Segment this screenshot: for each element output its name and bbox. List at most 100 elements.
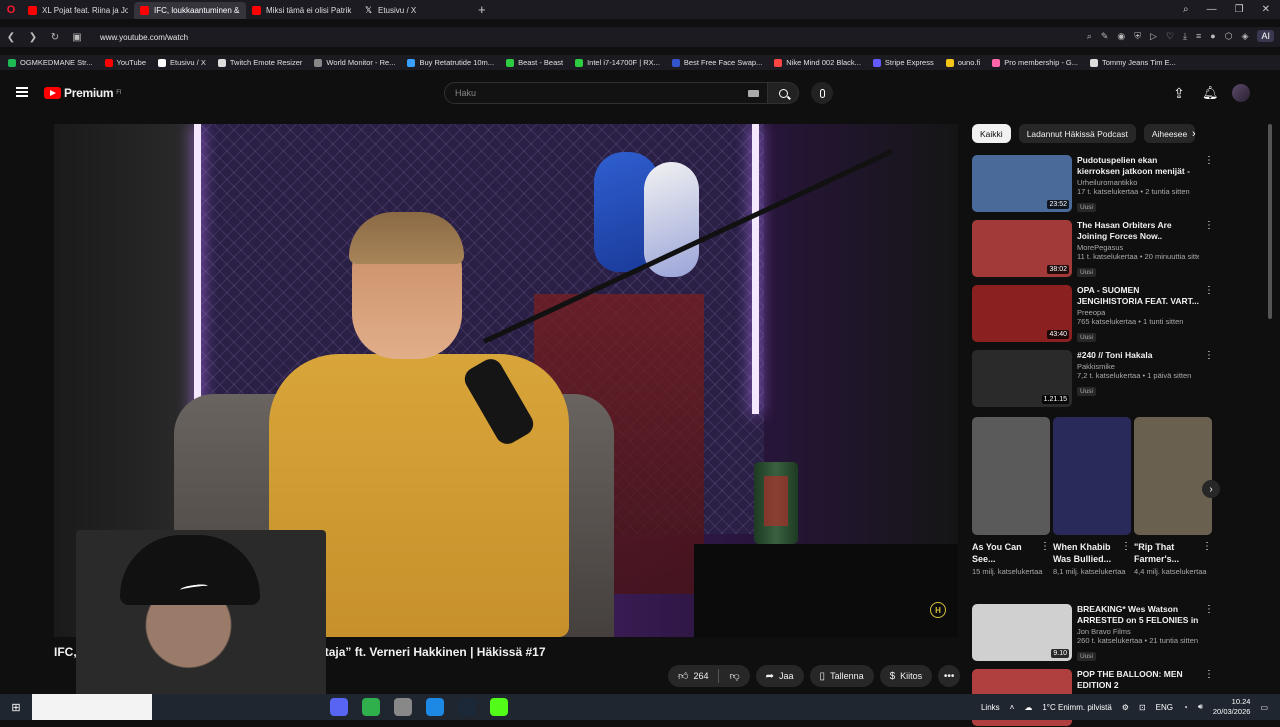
- share-button[interactable]: ➦ Jaa: [755, 665, 804, 687]
- more-vertical-icon[interactable]: ⋮: [1204, 669, 1214, 680]
- channel-name[interactable]: Preeopa: [1077, 308, 1199, 317]
- short-title[interactable]: When Khabib Was Bullied...: [1053, 541, 1119, 565]
- bookmark-item[interactable]: Beast - Beast: [506, 58, 563, 67]
- like-button[interactable]: 👍︎ 264: [668, 665, 718, 687]
- chip-related[interactable]: Aiheesee: [1143, 124, 1196, 143]
- search-icon[interactable]: ⌕: [1087, 31, 1092, 42]
- short-item[interactable]: As You Can See... 15 milj. katselukertaa ⋮: [972, 417, 1050, 592]
- settings-icon[interactable]: ⚙: [1122, 703, 1129, 712]
- bookmark-item[interactable]: Pro membership - G...: [992, 58, 1078, 67]
- download-icon[interactable]: ⤓: [1183, 31, 1187, 42]
- extension-icon[interactable]: ⬡: [1225, 31, 1233, 42]
- close-icon[interactable]: ✕: [1262, 4, 1270, 15]
- url-field[interactable]: www.youtube.com/watch: [100, 33, 188, 42]
- more-vertical-icon[interactable]: ⋮: [1202, 541, 1212, 552]
- discord-icon[interactable]: [330, 698, 348, 716]
- links-toolbar[interactable]: Links: [981, 703, 1000, 712]
- minimize-icon[interactable]: —: [1207, 4, 1217, 15]
- edit-icon[interactable]: ✎: [1101, 31, 1109, 42]
- shield-icon[interactable]: ⛨: [1134, 31, 1141, 42]
- video-title[interactable]: BREAKING* Wes Watson ARRESTED on 5 FELON…: [1077, 604, 1199, 626]
- browser-tab[interactable]: Miksi tämä ei olisi Patrik L: [246, 2, 358, 19]
- video-title[interactable]: POP THE BALLOON: MEN EDITION 2: [1077, 669, 1199, 691]
- short-thumbnail[interactable]: [1053, 417, 1131, 535]
- app-icon[interactable]: [362, 698, 380, 716]
- forward-icon[interactable]: ❯: [22, 32, 44, 43]
- video-thumbnail[interactable]: 43:40: [972, 285, 1072, 342]
- short-title[interactable]: As You Can See...: [972, 541, 1038, 565]
- thanks-button[interactable]: $ Kiitos: [879, 665, 933, 687]
- video-title[interactable]: Pudotuspelien ekan kierroksen jatkoon me…: [1077, 155, 1199, 177]
- short-item[interactable]: When Khabib Was Bullied... 8,1 milj. kats…: [1053, 417, 1131, 592]
- video-title[interactable]: OPA - SUOMEN JENGIHISTORIA FEAT. VART...: [1077, 285, 1199, 307]
- upload-icon[interactable]: ⇪: [1172, 85, 1186, 101]
- bookmark-item[interactable]: Twitch Emote Resizer: [217, 58, 302, 67]
- bookmark-item[interactable]: World Monitor - Re...: [314, 58, 395, 67]
- new-tab-icon[interactable]: +: [478, 2, 486, 17]
- more-vertical-icon[interactable]: ⋮: [1204, 285, 1214, 296]
- youtube-logo[interactable]: Premium FI: [44, 86, 122, 100]
- shorts-next-button[interactable]: ›: [1202, 480, 1220, 498]
- bookmark-item[interactable]: Intel i7-14700F | RX...: [575, 58, 660, 67]
- more-vertical-icon[interactable]: ⋮: [1204, 350, 1214, 361]
- edge-icon[interactable]: [426, 698, 444, 716]
- channel-name[interactable]: MorePegasus: [1077, 243, 1199, 252]
- save-button[interactable]: ▯ Tallenna: [809, 665, 874, 687]
- chevron-right-icon[interactable]: ›: [1192, 128, 1196, 140]
- chevron-up-icon[interactable]: ˄: [1010, 703, 1015, 712]
- kick-icon[interactable]: [490, 698, 508, 716]
- recommended-video[interactable]: 38:02 The Hasan Orbiters Are Joining Forc…: [972, 220, 1214, 278]
- reload-icon[interactable]: ↻: [44, 32, 66, 43]
- recommended-video[interactable]: 1.21.15 #240 // Toni Hakala Pakkismike 7,2 …: [972, 350, 1214, 408]
- browser-tab-active[interactable]: IFC, loukkaantuminen &: [134, 2, 246, 19]
- browser-tab[interactable]: 𝕏 Etusivu / X: [358, 2, 470, 19]
- bookmark-item[interactable]: ouno.fi: [945, 58, 980, 67]
- keyboard-icon[interactable]: [748, 90, 759, 97]
- video-thumbnail[interactable]: 23:52: [972, 155, 1072, 212]
- short-thumbnail[interactable]: [972, 417, 1050, 535]
- taskbar-search[interactable]: [32, 694, 152, 720]
- channel-name[interactable]: Pakkismike: [1077, 362, 1199, 371]
- chip-channel[interactable]: Ladannut Häkissä Podcast: [1018, 124, 1136, 143]
- secure-icon[interactable]: ▣: [66, 32, 88, 43]
- video-title[interactable]: #240 // Toni Hakala: [1077, 350, 1199, 361]
- bookmark-item[interactable]: OGMKEDMANE Str...: [8, 58, 93, 67]
- volume-icon[interactable]: 🔊︎: [1198, 702, 1203, 712]
- back-icon[interactable]: ❮: [0, 32, 22, 43]
- bookmark-item[interactable]: Nike Mind 002 Black...: [774, 58, 861, 67]
- search-tabs-icon[interactable]: ⌕: [1183, 4, 1189, 15]
- short-thumbnail[interactable]: [1134, 417, 1212, 535]
- recommended-video[interactable]: 9.10 BREAKING* Wes Watson ARRESTED on 5 F…: [972, 604, 1214, 662]
- bookmark-item[interactable]: Best Free Face Swap...: [671, 58, 762, 67]
- chip-all[interactable]: Kaikki: [972, 124, 1011, 143]
- video-thumbnail[interactable]: 38:02: [972, 220, 1072, 277]
- more-vertical-icon[interactable]: ⋮: [1121, 541, 1131, 552]
- channel-name[interactable]: Jon Bravo Films: [1077, 627, 1199, 636]
- camera-icon[interactable]: ◉: [1117, 31, 1125, 42]
- more-actions-button[interactable]: •••: [938, 665, 961, 687]
- short-title[interactable]: "Rip That Farmer's...: [1134, 541, 1200, 565]
- menu-icon[interactable]: ≡: [1196, 31, 1201, 41]
- more-vertical-icon[interactable]: ⋮: [1204, 604, 1214, 615]
- more-vertical-icon[interactable]: ⋮: [1204, 220, 1214, 231]
- clock[interactable]: 10.24 20/03/2026: [1213, 697, 1251, 717]
- heart-icon[interactable]: ♡: [1166, 31, 1174, 42]
- bookmark-item[interactable]: Tommy Jeans Tim E...: [1090, 58, 1176, 67]
- browser-tab[interactable]: XL Pojat feat. Riina ja Jonn: [22, 2, 134, 19]
- play-icon[interactable]: ▷: [1150, 31, 1157, 42]
- more-vertical-icon[interactable]: ⋮: [1204, 155, 1214, 166]
- channel-name[interactable]: Urheiluromantikko: [1077, 178, 1199, 187]
- opera-logo-icon[interactable]: O: [0, 0, 22, 19]
- notifications-bell-icon[interactable]: 🔔︎: [1202, 85, 1219, 101]
- dislike-button[interactable]: 👎︎: [719, 665, 749, 687]
- maximize-icon[interactable]: ❐: [1235, 4, 1244, 15]
- avatar[interactable]: [1232, 84, 1250, 102]
- voice-search-button[interactable]: [811, 82, 833, 104]
- weather-text[interactable]: 1°C Enimm. pilvistä: [1042, 703, 1111, 712]
- shield-app-icon[interactable]: [394, 698, 412, 716]
- ai-button[interactable]: AI: [1257, 30, 1274, 42]
- hamburger-menu-icon[interactable]: [16, 87, 28, 97]
- notification-icon[interactable]: ▭: [1260, 703, 1268, 712]
- short-item[interactable]: "Rip That Farmer's... 4,4 milj. katseluke…: [1134, 417, 1212, 592]
- profile-icon[interactable]: ●: [1210, 31, 1215, 41]
